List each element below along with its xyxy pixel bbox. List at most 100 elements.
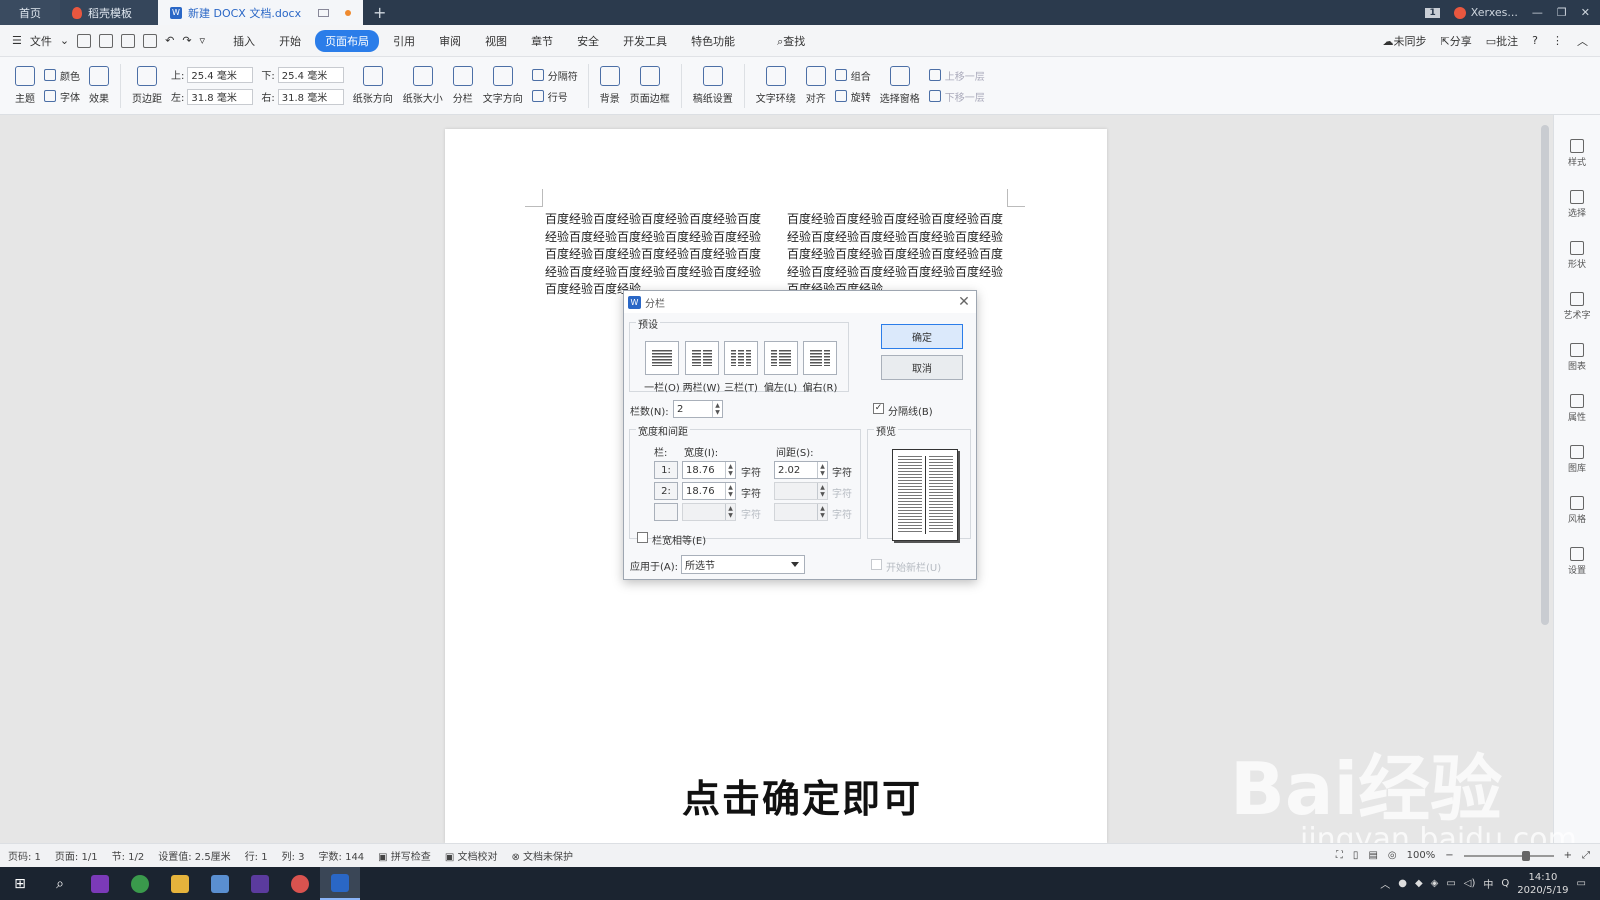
preset-option-2[interactable] <box>724 341 758 375</box>
preset-option-4[interactable] <box>803 341 837 375</box>
taskbar-onenote[interactable] <box>80 867 120 900</box>
column-spacing-input[interactable]: ▲ ▼ <box>774 503 828 521</box>
equal-width-checkbox[interactable] <box>637 532 648 543</box>
page-view-icon[interactable]: ▤ <box>1368 850 1377 861</box>
bottom-margin-input[interactable]: 25.4 毫米 <box>277 66 344 83</box>
width-unit-dropdown[interactable]: 字符 <box>741 464 761 479</box>
background-button[interactable]: 背景 <box>595 66 625 105</box>
width-unit-dropdown[interactable]: 字符 <box>741 506 761 521</box>
more-icon[interactable]: ⋮ <box>1552 34 1563 47</box>
tray-app-icon[interactable]: ● <box>1398 878 1407 889</box>
stepper-arrows-icon[interactable]: ▲ ▼ <box>712 401 722 417</box>
dialog-title-bar[interactable]: W 分栏 ✕ <box>624 291 976 313</box>
cancel-button[interactable]: 取消 <box>881 355 963 380</box>
tray-expand-icon[interactable]: ︿ <box>1380 876 1390 891</box>
status-setting[interactable]: 设置值: 2.5厘米 <box>158 848 230 863</box>
column-width-input[interactable]: ▲ ▼ <box>682 503 736 521</box>
dialog-close-icon[interactable]: ✕ <box>952 294 976 310</box>
sidebar-item-0[interactable]: 样式 <box>1554 139 1600 168</box>
preset-option-1[interactable] <box>684 341 719 375</box>
zoom-level[interactable]: 100% <box>1407 850 1436 861</box>
sidebar-item-2[interactable]: 形状 <box>1554 241 1600 270</box>
tray-security-icon[interactable]: ◆ <box>1415 878 1423 889</box>
stepper-arrows-icon[interactable]: ▲ ▼ <box>725 483 735 499</box>
zoom-slider-handle[interactable] <box>1521 850 1530 861</box>
minimize-icon[interactable]: — <box>1532 6 1543 19</box>
width-unit-dropdown[interactable]: 字符 <box>741 485 761 500</box>
volume-icon[interactable]: ◁) <box>1464 878 1476 889</box>
left-margin-input[interactable]: 31.8 毫米 <box>187 88 254 105</box>
ok-button[interactable]: 确定 <box>881 324 963 349</box>
tab-template[interactable]: 稻壳模板 <box>60 0 158 25</box>
proofread-button[interactable]: ▣ 文档校对 <box>445 848 498 863</box>
sidebar-item-6[interactable]: 图库 <box>1554 445 1600 474</box>
spell-check-button[interactable]: ▣ 拼写检查 <box>378 848 431 863</box>
column-width-input[interactable]: 18.76 ▲ ▼ <box>682 482 736 500</box>
protect-button[interactable]: ⊗ 文档未保护 <box>511 848 573 863</box>
redo-icon[interactable]: ↷ <box>182 34 191 47</box>
fit-window-icon[interactable]: ⤢ <box>1582 850 1590 861</box>
menu-tab-5[interactable]: 视图 <box>475 30 517 52</box>
status-row[interactable]: 行: 1 <box>245 848 268 863</box>
file-menu[interactable]: 文件 <box>30 33 52 49</box>
taskbar-app[interactable] <box>200 867 240 900</box>
taskbar-media[interactable] <box>240 867 280 900</box>
margins-button[interactable]: 页边距 <box>127 66 167 105</box>
column-width-input[interactable]: 18.76 ▲ ▼ <box>682 461 736 479</box>
line-number-button[interactable]: 行号 <box>531 89 578 104</box>
sidebar-item-5[interactable]: 属性 <box>1554 394 1600 423</box>
notification-icon[interactable]: ▭ <box>1577 878 1586 889</box>
zoom-out-icon[interactable]: − <box>1445 850 1453 861</box>
apply-to-select[interactable]: 所选节 <box>681 555 805 574</box>
stepper-arrows-icon[interactable]: ▲ ▼ <box>817 504 827 520</box>
save-icon[interactable] <box>77 33 92 48</box>
menu-tab-6[interactable]: 章节 <box>521 30 563 52</box>
paper-setup-button[interactable]: 稿纸设置 <box>688 66 738 105</box>
start-new-column-checkbox[interactable] <box>871 559 882 570</box>
input-method-indicator[interactable]: 中 <box>1483 876 1493 891</box>
undo-icon[interactable]: ↶ <box>165 34 174 47</box>
column-spacing-input[interactable]: 2.02 ▲ ▼ <box>774 461 828 479</box>
taskbar-chrome-1[interactable] <box>120 867 160 900</box>
web-view-icon[interactable]: ◎ <box>1388 850 1397 861</box>
sidebar-item-1[interactable]: 选择 <box>1554 190 1600 219</box>
menu-tab-8[interactable]: 开发工具 <box>613 30 677 52</box>
restore-icon[interactable]: ❐ <box>1557 6 1567 19</box>
vertical-scrollbar[interactable] <box>1541 125 1549 625</box>
paper-size-button[interactable]: 纸张大小 <box>398 66 448 105</box>
menu-tab-7[interactable]: 安全 <box>567 30 609 52</box>
tab-document[interactable]: W 新建 DOCX 文档.docx <box>158 0 363 25</box>
preset-option-0[interactable] <box>645 341 679 375</box>
menu-tab-1[interactable]: 开始 <box>269 30 311 52</box>
search-menu[interactable]: ⌕查找 <box>767 30 815 52</box>
fullscreen-icon[interactable]: ⛶ <box>1336 850 1343 861</box>
page-border-button[interactable]: 页面边框 <box>625 66 675 105</box>
color-button[interactable]: 颜色 <box>44 68 80 83</box>
stepper-arrows-icon[interactable]: ▲ ▼ <box>725 504 735 520</box>
taskbar-wps-writer[interactable] <box>320 867 360 900</box>
columns-button[interactable]: 分栏 <box>448 66 478 105</box>
text-direction-button[interactable]: 文字方向 <box>478 66 528 105</box>
new-tab-button[interactable]: + <box>363 0 396 25</box>
align-button[interactable]: 对齐 <box>801 66 831 105</box>
status-pages[interactable]: 页面: 1/1 <box>55 848 98 863</box>
right-margin-input[interactable]: 31.8 毫米 <box>277 88 344 105</box>
separator-line-checkbox[interactable]: ✓ <box>873 403 884 414</box>
taskbar-search[interactable]: ⌕ <box>40 867 80 900</box>
preset-option-3[interactable] <box>763 341 798 375</box>
sync-button[interactable]: ☁未同步 <box>1383 33 1427 49</box>
print-icon[interactable] <box>121 33 136 48</box>
stepper-arrows-icon[interactable]: ▲ ▼ <box>817 462 827 478</box>
customize-icon[interactable]: ▿ <box>200 34 206 47</box>
theme-button[interactable]: 主题 <box>10 66 40 105</box>
zoom-in-icon[interactable]: + <box>1564 850 1572 861</box>
menu-tab-2[interactable]: 页面布局 <box>315 29 380 52</box>
reading-view-icon[interactable]: ▯ <box>1353 850 1359 861</box>
zoom-slider[interactable] <box>1463 850 1554 861</box>
status-col[interactable]: 列: 3 <box>282 848 305 863</box>
stepper-arrows-icon[interactable]: ▲ ▼ <box>725 462 735 478</box>
sidebar-item-4[interactable]: 图表 <box>1554 343 1600 372</box>
status-section[interactable]: 节: 1/2 <box>112 848 145 863</box>
sidebar-item-3[interactable]: 艺术字 <box>1554 292 1600 321</box>
tray-shield-icon[interactable]: ◈ <box>1431 878 1439 889</box>
